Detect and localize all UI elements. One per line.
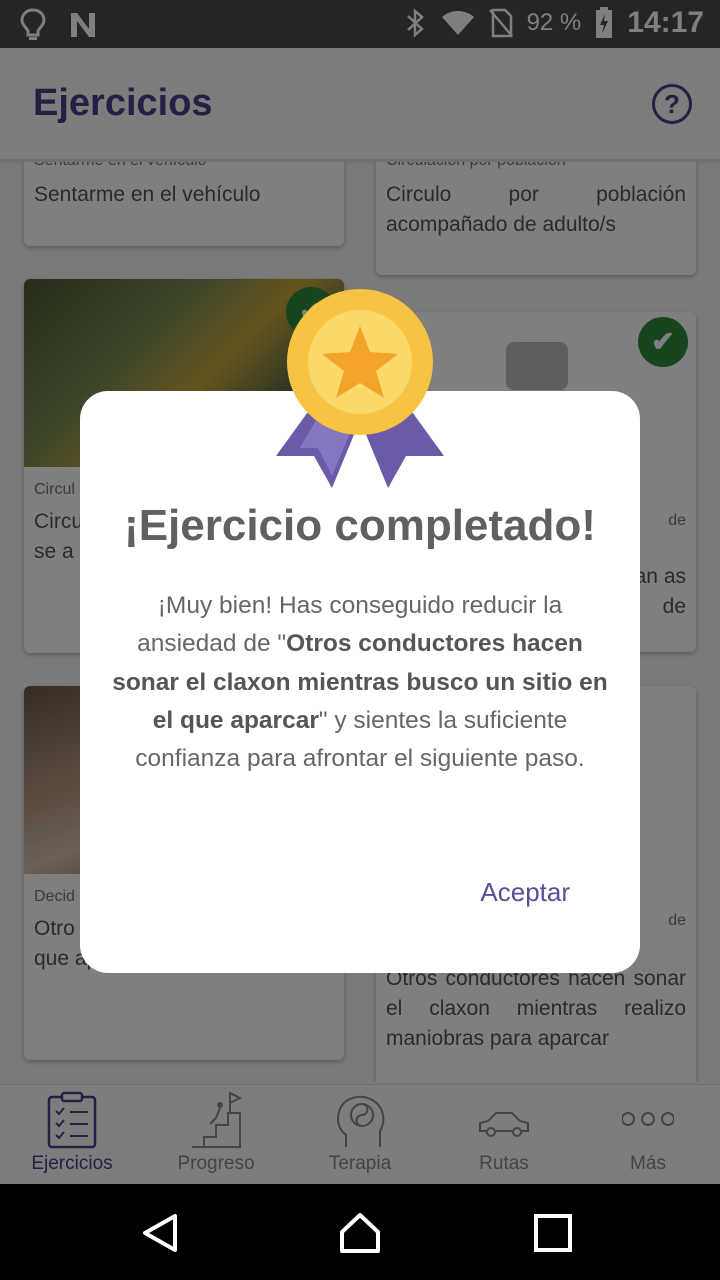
dialog-title: ¡Ejercicio completado! (124, 501, 596, 550)
system-navigation-bar (0, 1184, 720, 1280)
medal-icon (276, 289, 444, 488)
home-icon[interactable] (339, 1212, 381, 1254)
back-icon[interactable] (139, 1212, 181, 1254)
dialog-message: ¡Muy bien! Has conseguido reducir la ans… (106, 587, 614, 778)
accept-button[interactable]: Aceptar (480, 877, 570, 908)
recents-icon[interactable] (532, 1212, 574, 1254)
